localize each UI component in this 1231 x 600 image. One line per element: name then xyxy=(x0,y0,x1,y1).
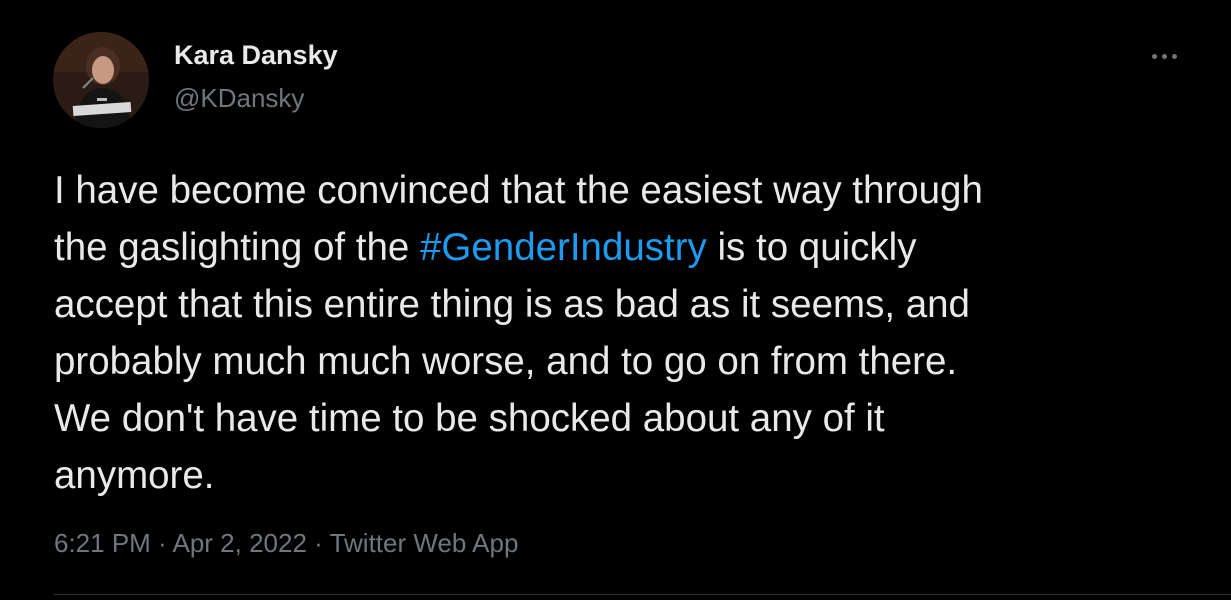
more-horizontal-icon xyxy=(1151,53,1157,59)
author-handle[interactable]: @KDansky xyxy=(174,83,304,114)
tweet-card: Kara Dansky @KDansky I have become convi… xyxy=(0,0,1231,600)
tweet-time-link[interactable]: 6:21 PM · Apr 2, 2022 xyxy=(54,528,307,558)
author-avatar[interactable] xyxy=(53,32,149,128)
profile-photo-icon xyxy=(53,32,149,128)
tweet-text-line: I have become convinced that the easiest… xyxy=(54,169,983,212)
tweet-text-line: anymore. xyxy=(54,454,215,497)
divider xyxy=(54,594,1231,595)
tweet-text-line: probably much much worse, and to go on f… xyxy=(54,340,958,383)
tweet-source-link[interactable]: Twitter Web App xyxy=(330,528,519,558)
tweet-text-segment: the gaslighting of the xyxy=(54,226,421,269)
tweet-text-segment: is to quickly xyxy=(706,226,917,269)
more-horizontal-icon xyxy=(1171,53,1177,59)
meta-separator: · xyxy=(306,528,330,558)
meta-separator: · xyxy=(150,528,173,558)
more-options-button[interactable] xyxy=(1144,44,1184,68)
tweet-metadata: 6:21 PM · Apr 2, 2022 · Twitter Web App xyxy=(54,528,518,559)
tweet-text-line: the gaslighting of the #GenderIndustry i… xyxy=(54,219,1194,276)
author-display-name[interactable]: Kara Dansky xyxy=(174,40,338,71)
tweet-text-line: We don't have time to be shocked about a… xyxy=(54,397,885,440)
tweet-text-line: accept that this entire thing is as bad … xyxy=(54,283,970,326)
tweet-date: Apr 2, 2022 xyxy=(172,528,307,558)
tweet-time: 6:21 PM xyxy=(54,528,151,558)
hashtag-link[interactable]: #GenderIndustry xyxy=(420,226,707,269)
more-horizontal-icon xyxy=(1161,53,1167,59)
tweet-text: I have become convinced that the easiest… xyxy=(54,162,1194,504)
